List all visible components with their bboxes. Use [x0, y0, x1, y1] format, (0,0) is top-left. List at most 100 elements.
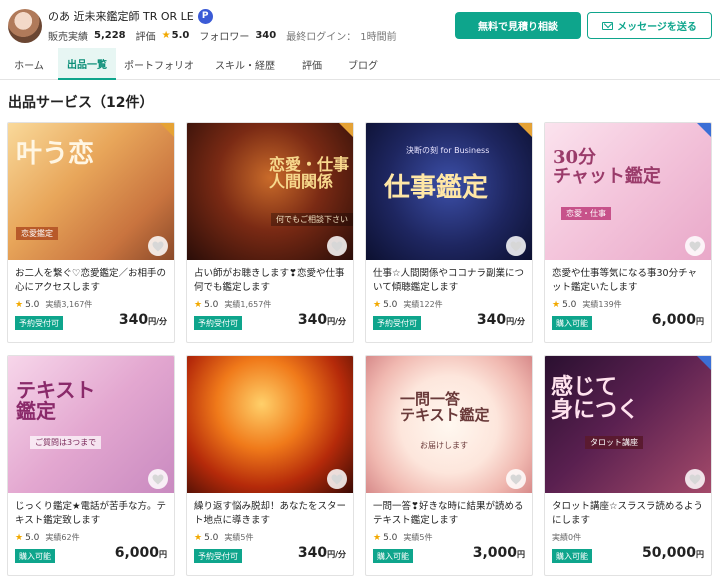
service-price: 340円/分 — [298, 545, 346, 561]
price-unit: 円/分 — [506, 317, 525, 326]
service-price: 340円/分 — [298, 312, 346, 328]
service-title[interactable]: 占い師がお聴きします❣恋愛や仕事何でも鑑定します — [194, 267, 348, 295]
avatar[interactable] — [8, 9, 42, 43]
thumbnail-title: テキスト 鑑定 — [16, 378, 96, 423]
star-icon: ★ — [161, 30, 171, 41]
favorite-button[interactable] — [327, 469, 347, 489]
service-price: 340円/分 — [477, 312, 525, 328]
service-thumbnail[interactable] — [187, 356, 353, 493]
rating-value: 5.0 — [383, 299, 398, 310]
service-rating: ★ 5.0 実績3,167件 — [15, 299, 92, 310]
service-title[interactable]: 仕事☆人間関係やココナラ副業について傾聴鑑定します — [373, 267, 527, 295]
tab-services[interactable]: 出品一覧 — [58, 48, 116, 80]
seller-stats: 販売実績 5,228 評価 ★ 5.0 フォロワー 340 最終ログイン： 1時… — [48, 28, 401, 43]
favorite-button[interactable] — [148, 236, 168, 256]
status-badge: 購入可能 — [552, 549, 592, 563]
star-icon: ★ — [15, 532, 24, 543]
heart-icon — [331, 241, 343, 251]
section-title: 出品サービス（12件） — [8, 95, 154, 111]
price-unit: 円 — [696, 550, 704, 559]
service-price: 6,000円 — [652, 312, 704, 328]
service-card[interactable]: 感じて 身につく タロット講座 タロット講座☆スラスラ読めるようにします 実績0… — [544, 355, 712, 576]
service-thumbnail[interactable]: 感じて 身につく タロット講座 — [545, 356, 711, 493]
service-card[interactable]: 仕事鑑定 決断の刻 for Business 仕事☆人間関係やココナラ副業につい… — [365, 122, 533, 343]
thumbnail-subtitle: ご質問は3つまで — [30, 436, 102, 449]
thumbnail-title: 30分 チャット鑑定 — [553, 147, 661, 187]
service-thumbnail[interactable]: 仕事鑑定 決断の刻 for Business — [366, 123, 532, 260]
favorite-button[interactable] — [506, 236, 526, 256]
service-card[interactable]: 繰り返す悩み脱却！あなたをスタート地点に導きます ★ 5.0 実績5件 予約受付… — [186, 355, 354, 576]
service-title[interactable]: じっくり鑑定★電話が苦手な方。テキスト鑑定致します — [15, 500, 169, 528]
sales-count: 実績5件 — [224, 533, 254, 542]
thumbnail-title: 仕事鑑定 — [384, 173, 489, 203]
thumbnail-subtitle: 恋愛・仕事 — [561, 207, 611, 220]
price-value: 6,000 — [114, 545, 159, 561]
favorite-button[interactable] — [148, 469, 168, 489]
heart-icon — [152, 474, 164, 484]
tab-skills[interactable]: スキル・経歴 — [202, 48, 288, 80]
sales-label: 販売実績 — [48, 32, 88, 43]
service-title[interactable]: タロット講座☆スラスラ読めるようにします — [552, 500, 706, 528]
seller-name[interactable]: のあ 近未来鑑定師 TR OR LE — [48, 8, 194, 24]
service-card[interactable]: 30分 チャット鑑定 恋愛・仕事 恋愛や仕事等気になる事30分チャット鑑定いたし… — [544, 122, 712, 343]
rating-value: 5.0 — [25, 299, 40, 310]
thumbnail-subtitle: タロット講座 — [585, 436, 643, 449]
service-thumbnail[interactable]: 叶う恋 恋愛鑑定 — [8, 123, 174, 260]
service-rating: ★ 5.0 実績5件 — [373, 532, 433, 543]
thumbnail-subtitle: お届けします — [420, 441, 468, 450]
last-login-value: 1時間前 — [360, 32, 397, 43]
price-value: 340 — [297, 545, 328, 561]
corner-flag-icon — [697, 123, 711, 137]
service-title[interactable]: 繰り返す悩み脱却！あなたをスタート地点に導きます — [194, 500, 348, 528]
service-card[interactable]: 恋愛・仕事 人間関係 何でもご相談下さい 占い師がお聴きします❣恋愛や仕事何でも… — [186, 122, 354, 343]
price-value: 50,000 — [641, 545, 696, 561]
service-thumbnail[interactable]: 恋愛・仕事 人間関係 何でもご相談下さい — [187, 123, 353, 260]
service-title[interactable]: 一問一答❣好きな時に結果が読めるテキスト鑑定します — [373, 500, 527, 528]
service-rating: 実績0件 — [552, 532, 581, 543]
rating-value: 5.0 — [204, 299, 219, 310]
favorite-button[interactable] — [685, 236, 705, 256]
pro-badge-icon: P — [197, 8, 213, 24]
tab-portfolio[interactable]: ポートフォリオ — [116, 48, 202, 80]
service-card[interactable]: 叶う恋 恋愛鑑定 お二人を繋ぐ♡恋愛鑑定／お相手の心にアクセスします ★ 5.0… — [7, 122, 175, 343]
corner-flag-icon — [518, 123, 532, 137]
price-unit: 円/分 — [327, 550, 346, 559]
service-title[interactable]: お二人を繋ぐ♡恋愛鑑定／お相手の心にアクセスします — [15, 267, 169, 295]
tab-reviews[interactable]: 評価 — [288, 48, 336, 80]
mail-icon — [602, 21, 614, 30]
service-card[interactable]: 一問一答 テキスト鑑定 お届けします 一問一答❣好きな時に結果が読めるテキスト鑑… — [365, 355, 533, 576]
price-unit: 円 — [517, 550, 525, 559]
status-badge: 予約受付可 — [194, 549, 242, 563]
corner-flag-icon — [160, 123, 174, 137]
follower-value[interactable]: 340 — [255, 30, 276, 41]
sales-value: 5,228 — [94, 30, 126, 41]
thumbnail-subtitle: 決断の刻 for Business — [406, 146, 490, 155]
tab-home[interactable]: ホーム — [0, 48, 58, 80]
service-rating: ★ 5.0 実績5件 — [194, 532, 254, 543]
heart-icon — [331, 474, 343, 484]
price-unit: 円/分 — [148, 317, 167, 326]
favorite-button[interactable] — [506, 469, 526, 489]
status-badge: 購入可能 — [373, 549, 413, 563]
heart-icon — [510, 241, 522, 251]
service-card[interactable]: テキスト 鑑定 ご質問は3つまで じっくり鑑定★電話が苦手な方。テキスト鑑定致し… — [7, 355, 175, 576]
rating-label: 評価 — [135, 32, 156, 43]
favorite-button[interactable] — [327, 236, 347, 256]
send-message-button[interactable]: メッセージを送る — [587, 12, 712, 39]
favorite-button[interactable] — [685, 469, 705, 489]
tab-blog[interactable]: ブログ — [336, 48, 390, 80]
star-icon: ★ — [194, 299, 203, 310]
service-thumbnail[interactable]: 一問一答 テキスト鑑定 お届けします — [366, 356, 532, 493]
service-price: 340円/分 — [119, 312, 167, 328]
star-icon: ★ — [373, 532, 382, 543]
free-quote-button[interactable]: 無料で見積り相談 — [455, 12, 581, 39]
last-login-label: 最終ログイン： — [286, 32, 357, 43]
service-rating: ★ 5.0 実績139件 — [552, 299, 622, 310]
heart-icon — [152, 241, 164, 251]
price-unit: 円 — [159, 550, 167, 559]
service-thumbnail[interactable]: 30分 チャット鑑定 恋愛・仕事 — [545, 123, 711, 260]
thumbnail-subtitle: 何でもご相談下さい — [271, 213, 353, 226]
price-value: 340 — [297, 312, 328, 328]
service-thumbnail[interactable]: テキスト 鑑定 ご質問は3つまで — [8, 356, 174, 493]
service-title[interactable]: 恋愛や仕事等気になる事30分チャット鑑定いたします — [552, 267, 706, 295]
